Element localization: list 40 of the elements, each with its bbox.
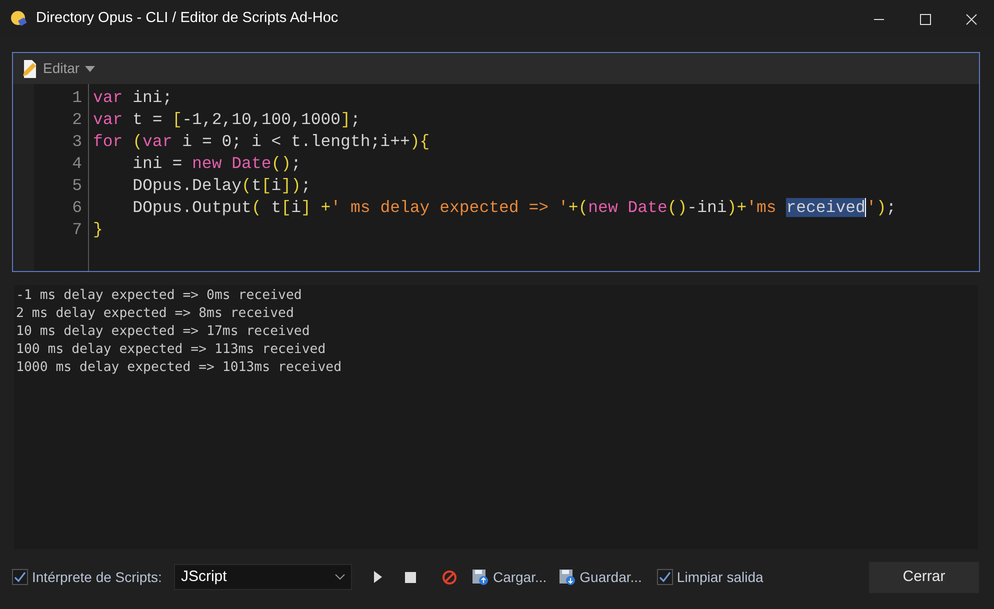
close-button[interactable]: Cerrar — [869, 562, 979, 592]
pencil-icon — [21, 58, 39, 78]
output-line: -1 ms delay expected => 0ms received — [16, 287, 303, 305]
app-icon — [10, 10, 28, 28]
code-line: DOpus.Delay(t[i]); — [132, 175, 312, 197]
output-line: 10 ms delay expected => 17ms received — [16, 323, 311, 341]
line-number: 3 — [71, 131, 83, 153]
line-number: 6 — [71, 197, 83, 219]
code-line: var t = [-1,2,10,100,1000]; — [93, 109, 362, 131]
line-number: 7 — [71, 219, 83, 241]
caret-icon — [84, 66, 95, 72]
stop-button[interactable] — [404, 572, 416, 582]
load-button[interactable]: Cargar... — [472, 566, 547, 588]
output-line: 100 ms delay expected => 113ms received — [16, 341, 327, 359]
checkbox-label: Limpiar salida — [676, 568, 764, 587]
checkbox[interactable] — [12, 569, 28, 585]
maximize-icon — [920, 14, 930, 24]
code-line: for (var i = 0; i < t.length;i++){ — [93, 131, 431, 153]
play-button[interactable] — [374, 571, 382, 583]
code-line: ini = new Date(); — [132, 153, 302, 175]
code-line: DOpus.Output( t[i] +' ms delay expected => '+(new Date()-ini)+'ms received'); — [132, 197, 896, 219]
checkbox[interactable] — [656, 569, 673, 585]
checkbox-label: Intérprete de Scripts: — [32, 568, 162, 587]
chevron-icon — [334, 574, 345, 580]
window-title: Directory Opus - CLI / Editor de Scripts Ad-Hoc — [36, 9, 338, 28]
output-line: 2 ms delay expected => 8ms received — [16, 305, 295, 323]
line-number: 2 — [71, 109, 83, 131]
save-button[interactable]: Guardar... — [558, 566, 642, 588]
edit-menu[interactable]: Editar — [39, 58, 99, 79]
engine-dropdown[interactable]: JScript — [174, 564, 352, 590]
floppy-upload-icon — [472, 569, 488, 585]
floppy-download-icon — [558, 569, 575, 585]
line-number: 5 — [71, 175, 83, 197]
line-number: 1 — [71, 87, 83, 109]
close-icon — [966, 14, 976, 24]
line-number: 4 — [71, 153, 83, 175]
code-line: var ini; — [93, 87, 174, 109]
code-line: } — [93, 219, 104, 241]
cancel-button[interactable] — [442, 570, 457, 584]
output-line: 1000 ms delay expected => 1013ms received — [16, 359, 343, 377]
